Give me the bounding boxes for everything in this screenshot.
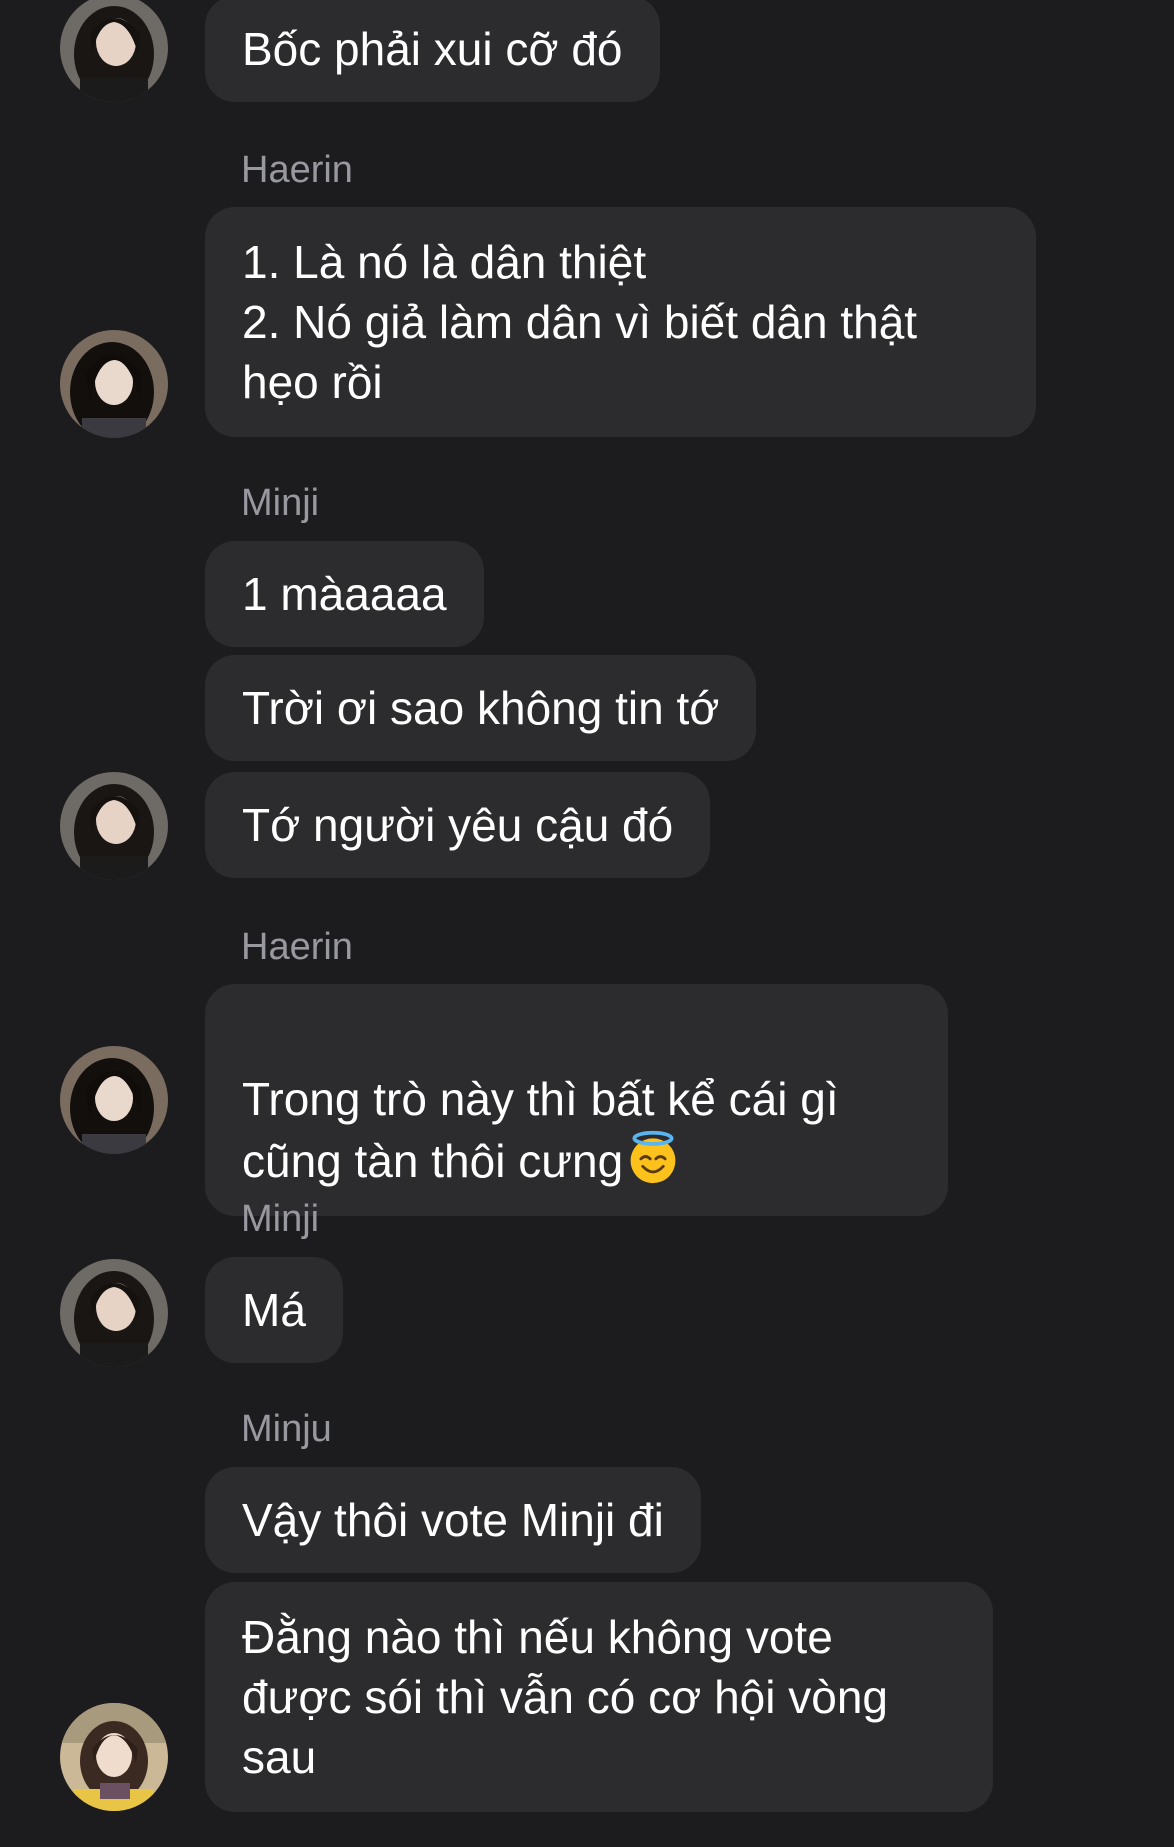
smiling-face-with-halo-icon: [630, 1130, 676, 1184]
avatar-photo-icon: [60, 1046, 168, 1154]
avatar-minji[interactable]: [60, 1259, 168, 1367]
avatar-photo-icon: [60, 330, 168, 438]
avatar-haerin[interactable]: [60, 330, 168, 438]
avatar-photo-icon: [60, 0, 168, 102]
sender-name: Minju: [241, 1408, 332, 1450]
sender-name: Haerin: [241, 926, 353, 968]
avatar-photo-icon: [60, 1703, 168, 1811]
message-bubble[interactable]: Vậy thôi vote Minji đi: [205, 1467, 701, 1573]
sender-name: Minji: [241, 482, 320, 524]
avatar-haerin[interactable]: [60, 1046, 168, 1154]
sender-name: Haerin: [241, 149, 353, 191]
avatar-minju[interactable]: [60, 1703, 168, 1811]
message-bubble[interactable]: 1 màaaaa: [205, 541, 484, 647]
message-text: Trong trò này thì bất kể cái gì cũng tàn…: [242, 1073, 839, 1187]
message-bubble[interactable]: Tớ người yêu cậu đó: [205, 772, 711, 878]
message-bubble[interactable]: Bốc phải xui cỡ đó: [205, 0, 660, 102]
avatar-photo-icon: [60, 1259, 168, 1367]
message-bubble[interactable]: Má: [205, 1257, 343, 1363]
message-bubble[interactable]: Trời ơi sao không tin tớ: [205, 655, 757, 761]
avatar-photo-icon: [60, 772, 168, 880]
message-bubble[interactable]: Trong trò này thì bất kể cái gì cũng tàn…: [205, 984, 948, 1216]
message-bubble[interactable]: Đằng nào thì nếu không vote được sói thì…: [205, 1582, 993, 1812]
avatar-minji[interactable]: [60, 772, 168, 880]
avatar-minji[interactable]: [60, 0, 168, 102]
sender-name: Minji: [241, 1198, 320, 1240]
message-bubble[interactable]: 1. Là nó là dân thiệt 2. Nó giả làm dân …: [205, 207, 1036, 437]
